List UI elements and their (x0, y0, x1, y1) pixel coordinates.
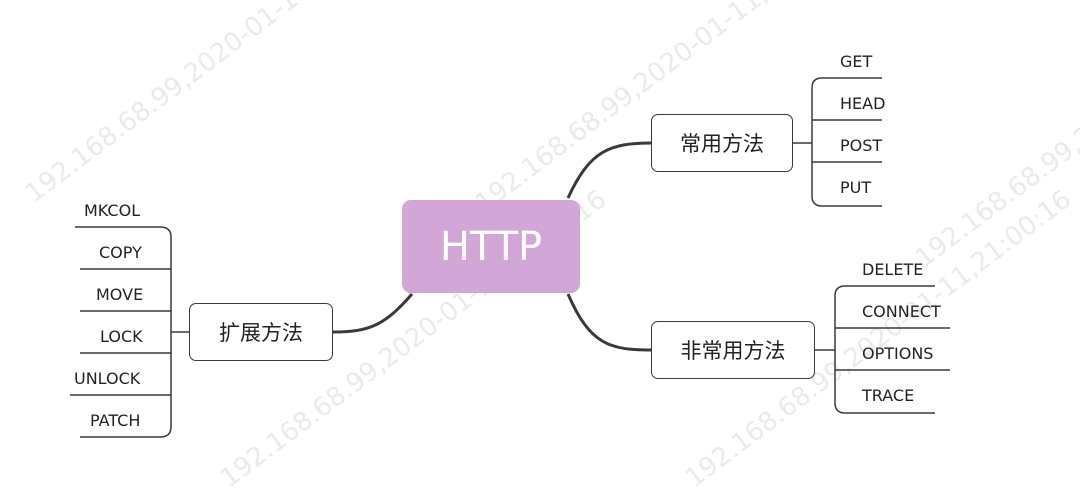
leaf-copy[interactable]: COPY (99, 243, 142, 263)
leaf-post[interactable]: POST (840, 136, 882, 156)
leaf-put[interactable]: PUT (840, 178, 871, 198)
leaf-get[interactable]: GET (840, 52, 872, 72)
leaf-options[interactable]: OPTIONS (862, 344, 933, 364)
leaf-unlock[interactable]: UNLOCK (74, 369, 140, 389)
connector-extended-bracket (159, 226, 172, 438)
leaf-mkcol[interactable]: MKCOL (84, 201, 140, 221)
leaf-lock[interactable]: LOCK (100, 327, 143, 347)
leaf-delete[interactable]: DELETE (862, 260, 923, 280)
connector-root-extended (332, 293, 414, 334)
connector-common-bracket (811, 77, 823, 207)
branch-node-extended-methods[interactable]: 扩展方法 (189, 303, 333, 361)
connector-root-uncommon (566, 293, 653, 352)
branch-node-common-methods[interactable]: 常用方法 (651, 114, 793, 172)
leaf-trace[interactable]: TRACE (862, 386, 914, 406)
leaf-move[interactable]: MOVE (96, 285, 143, 305)
leaf-patch[interactable]: PATCH (90, 411, 140, 431)
branch-node-uncommon-methods[interactable]: 非常用方法 (651, 321, 815, 379)
leaf-connect[interactable]: CONNECT (862, 302, 941, 322)
connector-root-common (566, 141, 653, 199)
connector-uncommon-bracket (834, 285, 846, 414)
leaf-head[interactable]: HEAD (840, 94, 885, 114)
root-node-http[interactable]: HTTP (402, 200, 580, 293)
